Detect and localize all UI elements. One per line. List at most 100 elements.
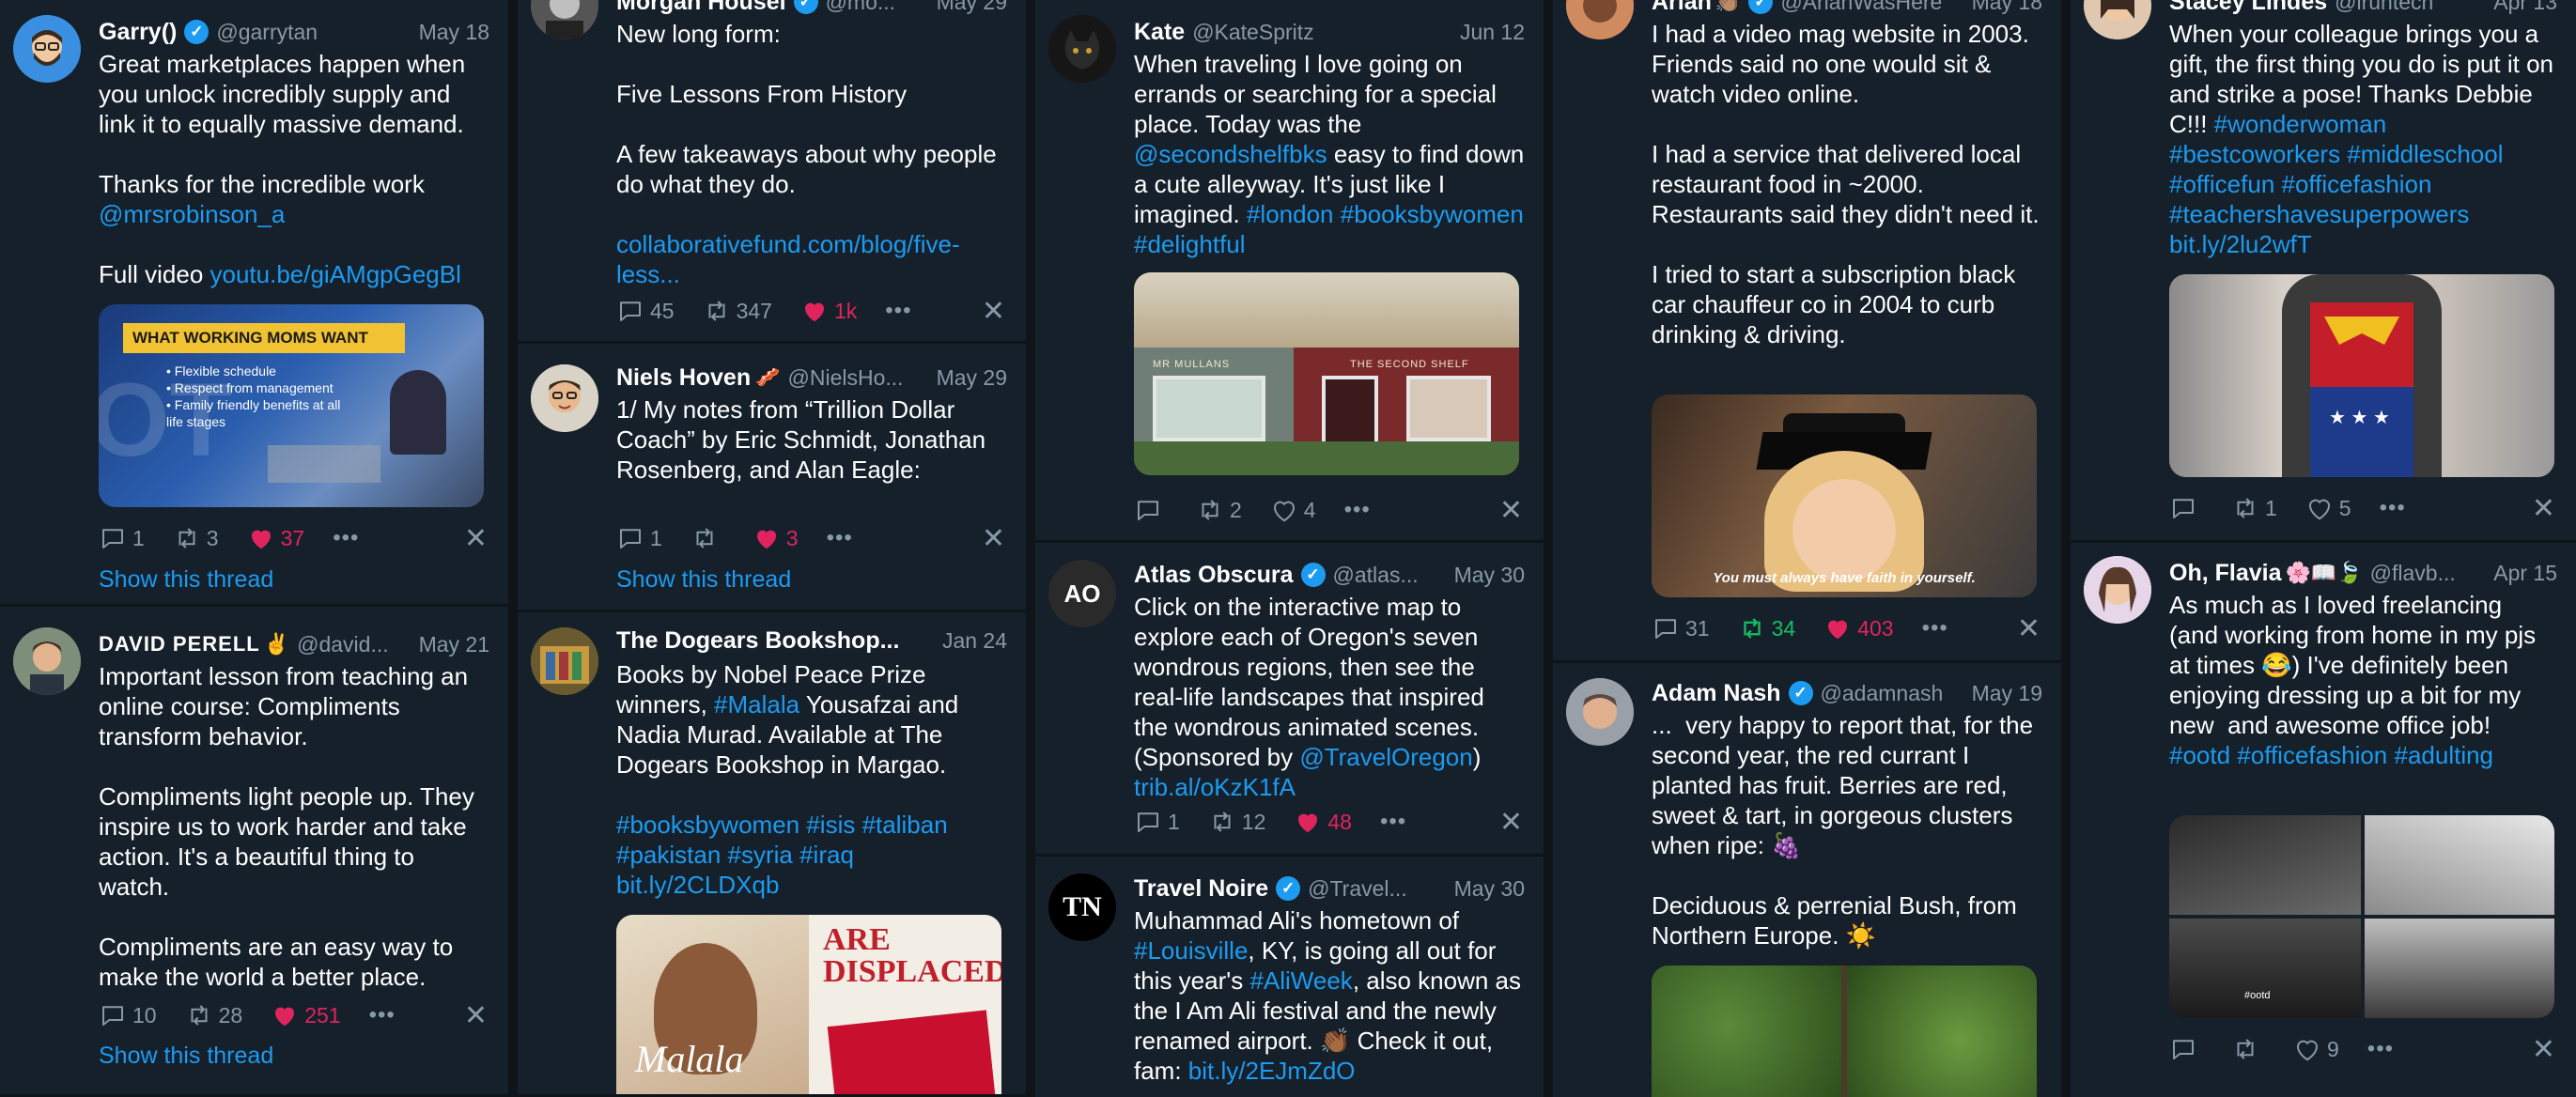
tweet-date[interactable]: May 29 <box>937 0 1007 15</box>
more-icon[interactable]: ••• <box>2367 1036 2394 1062</box>
more-icon[interactable]: ••• <box>1922 615 1948 641</box>
show-thread-link[interactable]: Show this thread <box>99 566 273 594</box>
retweet-button[interactable]: 12 <box>1208 808 1265 836</box>
tweet[interactable]: Adam Nash ✓ @adamnash May 19 ... very ha… <box>1553 663 2061 1097</box>
like-button[interactable]: 37 <box>247 524 304 552</box>
like-button[interactable]: 1k <box>800 297 857 325</box>
close-icon[interactable]: ✕ <box>2532 1033 2555 1066</box>
author-handle[interactable]: @mo... <box>826 0 927 15</box>
author-name[interactable]: Stacey Lindes <box>2169 0 2327 16</box>
author-handle[interactable]: @KateSpritz <box>1192 20 1451 45</box>
more-icon[interactable]: ••• <box>827 525 853 551</box>
tweet[interactable]: Arian 👏🏽 ✓ @ArianWasHere May 18 I had a … <box>1553 0 2061 663</box>
like-button[interactable]: 48 <box>1294 808 1352 836</box>
author-name[interactable]: Morgan Housel <box>616 0 786 16</box>
tweet-date[interactable]: Apr 13 <box>2493 0 2557 15</box>
tweet-date[interactable]: May 19 <box>1972 681 2042 706</box>
avatar[interactable] <box>13 627 81 695</box>
author-handle[interactable]: @lruhtech <box>2335 0 2484 15</box>
media-image[interactable]: MR MULLANS THE SECOND SHELF <box>1134 272 1519 475</box>
hashtag-link[interactable]: #Malala <box>714 690 799 718</box>
tweet-date[interactable]: Apr 15 <box>2493 561 2557 586</box>
more-icon[interactable]: ••• <box>369 1002 396 1028</box>
author-handle[interactable]: @NielsHo... <box>788 365 927 391</box>
reply-button[interactable]: 31 <box>1652 614 1710 642</box>
author-handle[interactable]: @garrytan <box>216 20 409 45</box>
tweet[interactable]: Niels Hoven 🥓 @NielsHo... May 29 1/ My n… <box>518 344 1026 612</box>
media-image[interactable]: ★ ★ ★ <box>2169 274 2554 477</box>
reply-button[interactable] <box>2169 494 2203 522</box>
url-link[interactable]: trib.al/oKzK1fA <box>1134 773 1296 801</box>
url-link[interactable]: collaborativefund.com/blog/five-less... <box>616 230 960 288</box>
avatar[interactable] <box>531 627 598 695</box>
close-icon[interactable]: ✕ <box>2017 612 2041 645</box>
media-image[interactable] <box>1652 966 2037 1097</box>
author-handle[interactable]: @Travel... <box>1308 876 1444 902</box>
reply-button[interactable] <box>2169 1035 2203 1063</box>
url-link[interactable]: bit.ly/2EJmZdO <box>1188 1057 1356 1085</box>
close-icon[interactable]: ✕ <box>1499 494 1523 527</box>
retweet-button[interactable]: 2 <box>1196 496 1242 524</box>
more-icon[interactable]: ••• <box>1344 497 1371 523</box>
media-image[interactable]: OT WHAT WORKING MOMS WANT • Flexible sch… <box>99 304 484 507</box>
author-name[interactable]: DAVID PERELL <box>99 632 260 657</box>
avatar[interactable] <box>531 0 598 39</box>
tweet[interactable]: Morgan Housel ✓ @mo... May 29 New long f… <box>518 0 1026 344</box>
mention-link[interactable]: @TravelOregon <box>1299 743 1472 771</box>
media-image[interactable]: #ootd <box>2169 815 2554 1018</box>
avatar[interactable]: TN <box>1048 873 1116 941</box>
hashtag-links[interactable]: #wonderwoman #bestcoworkers #middleschoo… <box>2169 110 2510 258</box>
author-name[interactable]: The Dogears Bookshop... <box>616 627 899 655</box>
avatar[interactable] <box>2084 0 2151 39</box>
close-icon[interactable]: ✕ <box>1499 806 1523 839</box>
show-thread-link[interactable]: Show this thread <box>616 566 791 594</box>
retweet-button[interactable]: 34 <box>1738 614 1795 642</box>
mention-link[interactable]: @secondshelfbks <box>1134 140 1327 168</box>
author-name[interactable]: Garry() <box>99 19 177 46</box>
hashtag-links[interactable]: #ootd #officefashion #adulting <box>2169 741 2493 769</box>
retweet-button[interactable]: 28 <box>185 1001 242 1029</box>
tweet-date[interactable]: May 18 <box>1972 0 2042 15</box>
author-handle[interactable]: @flavb... <box>2370 561 2485 586</box>
avatar[interactable] <box>1048 15 1116 83</box>
tweet-date[interactable]: May 29 <box>937 365 1007 391</box>
close-icon[interactable]: ✕ <box>982 295 1005 328</box>
author-name[interactable]: Oh, Flavia <box>2169 560 2281 587</box>
hashtag-links[interactable]: #booksbywomen #isis #taliban #pakistan #… <box>616 811 954 899</box>
tweet[interactable]: AO Atlas Obscura ✓ @atlas... May 30 Clic… <box>1035 543 1544 857</box>
reply-button[interactable]: 1 <box>1134 808 1180 836</box>
like-button[interactable]: 4 <box>1270 496 1316 524</box>
reply-button[interactable]: 10 <box>99 1001 157 1029</box>
like-button[interactable]: 251 <box>271 1001 341 1029</box>
tweet-date[interactable]: May 21 <box>419 632 489 657</box>
avatar[interactable] <box>1566 678 1634 746</box>
author-handle[interactable]: @adamnash <box>1821 681 1963 706</box>
tweet[interactable]: The Dogears Bookshop... Jan 24 Books by … <box>518 612 1026 1097</box>
avatar[interactable]: AO <box>1048 560 1116 627</box>
url-link[interactable]: youtu.be/giAMgpGegBl <box>210 260 461 288</box>
like-button[interactable]: 5 <box>2305 494 2351 522</box>
close-icon[interactable]: ✕ <box>982 522 1005 555</box>
tweet[interactable]: TN Travel Noire ✓ @Travel... May 30 Muha… <box>1035 857 1544 1097</box>
more-icon[interactable]: ••• <box>2380 495 2406 521</box>
reply-button[interactable]: 45 <box>616 297 675 325</box>
author-handle[interactable]: @ArianWasHere <box>1780 0 1962 15</box>
tweet-date[interactable]: May 30 <box>1454 876 1525 902</box>
like-button[interactable]: 403 <box>1823 614 1894 642</box>
tweet-date[interactable]: Jun 12 <box>1460 20 1525 45</box>
close-icon[interactable]: ✕ <box>2532 492 2555 525</box>
more-icon[interactable]: ••• <box>1380 809 1406 835</box>
avatar[interactable] <box>2084 556 2151 624</box>
tweet-date[interactable]: May 18 <box>419 20 489 45</box>
mention-link[interactable]: @mrsrobinson_a <box>99 200 285 228</box>
author-name[interactable]: Kate <box>1134 19 1185 46</box>
more-icon[interactable]: ••• <box>885 298 911 324</box>
tweet[interactable]: Oh, Flavia 🌸📖🍃 @flavb... Apr 15 As much … <box>2071 543 2576 1097</box>
author-name[interactable]: Atlas Obscura <box>1134 562 1294 589</box>
author-name[interactable]: Arian <box>1652 0 1712 16</box>
retweet-button[interactable]: 347 <box>703 297 772 325</box>
author-handle[interactable]: @david... <box>297 632 409 657</box>
hashtag-link[interactable]: #Louisville <box>1134 936 1248 965</box>
reply-button[interactable]: 1 <box>616 524 662 552</box>
tweet-date[interactable]: Jan 24 <box>942 628 1007 654</box>
